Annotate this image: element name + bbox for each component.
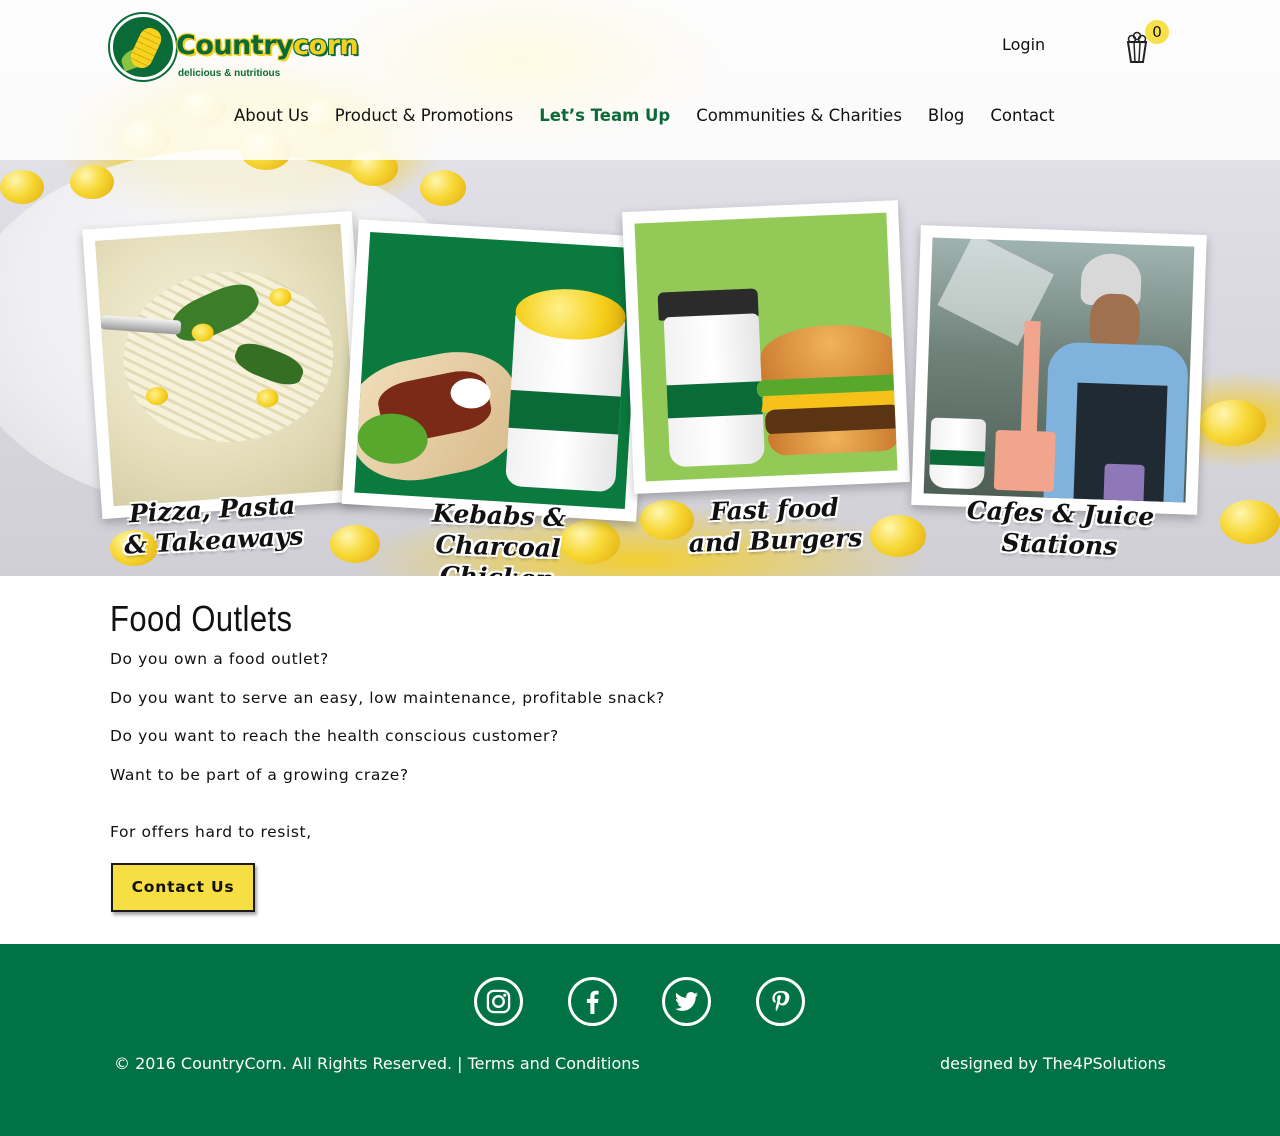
corn-cup — [663, 313, 766, 468]
logo-tagline: delicious & nutritious — [178, 68, 281, 79]
social-links — [474, 977, 805, 1026]
contact-us-button[interactable]: Contact Us — [111, 863, 255, 912]
card-kebabs[interactable] — [341, 219, 654, 522]
copyright-text: © 2016 CountryCorn. All Rights Reserved.… — [114, 1054, 463, 1073]
paragraph: For offers hard to resist, — [110, 823, 312, 841]
juice-glass — [1103, 463, 1145, 503]
nav-contact[interactable]: Contact — [990, 106, 1054, 125]
instagram-icon[interactable] — [474, 977, 523, 1026]
nav-blog[interactable]: Blog — [928, 106, 964, 125]
facebook-icon[interactable] — [568, 977, 617, 1026]
card-caption: Pizza, Pasta & Takeaways — [123, 490, 305, 560]
corn-cup — [928, 417, 987, 490]
card-cafes-juice[interactable] — [911, 225, 1207, 515]
paragraph: Do you want to reach the health consciou… — [110, 727, 559, 745]
main-nav: About Us Product & Promotions Let’s Team… — [234, 106, 1081, 125]
card-caption: Cafes & Juice Stations — [966, 495, 1155, 562]
burger-image — [634, 212, 898, 482]
card-caption: Fast food and Burgers — [688, 492, 863, 559]
site-header: Countrycorn delicious & nutritious Login… — [0, 0, 1280, 160]
corn-kernel — [330, 525, 380, 563]
juice-bar-image — [923, 237, 1195, 503]
card-fast-food[interactable] — [621, 200, 911, 494]
paragraph: Do you own a food outlet? — [110, 650, 329, 668]
cart-count-badge: 0 — [1145, 20, 1169, 44]
paragraph: Do you want to serve an easy, low mainte… — [110, 688, 665, 707]
corn-kernel — [870, 515, 926, 557]
nav-communities-charities[interactable]: Communities & Charities — [696, 106, 902, 125]
corn-kernel — [1220, 500, 1280, 544]
burger-bun-bottom — [767, 428, 898, 456]
twitter-icon[interactable] — [662, 977, 711, 1026]
corn-kernel — [1200, 400, 1266, 446]
corn-kernel — [0, 170, 44, 204]
card-caption: Kebabs &Charcoal Chicken — [431, 498, 567, 576]
countrycorn-logo[interactable]: Countrycorn delicious & nutritious — [110, 14, 360, 80]
pinterest-icon[interactable] — [756, 977, 805, 1026]
page-title: Food Outlets — [110, 598, 293, 639]
corn-kernel — [70, 165, 114, 199]
hero-banner: Pizza, Pasta & Takeaways Kebabs & Charcoal… — [0, 0, 1280, 576]
nav-lets-team-up[interactable]: Let’s Team Up — [539, 106, 670, 125]
corn-kernel — [420, 170, 466, 206]
pasta-image — [95, 223, 359, 507]
site-footer: © 2016 CountryCorn. All Rights Reserved.… — [0, 944, 1280, 1136]
terms-link[interactable]: Terms and Conditions — [468, 1054, 640, 1073]
login-link[interactable]: Login — [1002, 35, 1045, 54]
kebab-image — [354, 231, 641, 510]
designed-by[interactable]: designed by The4PSolutions — [940, 1054, 1166, 1073]
card-pizza-pasta[interactable] — [82, 210, 372, 520]
smoothie-glass — [993, 429, 1056, 492]
logo-wordmark: Countrycorn — [176, 30, 359, 61]
paragraph: Want to be part of a growing craze? — [110, 765, 409, 784]
nav-about-us[interactable]: About Us — [234, 106, 309, 125]
copyright: © 2016 CountryCorn. All Rights Reserved.… — [114, 1054, 640, 1073]
corn-logo-icon — [110, 14, 176, 80]
main-content: Food Outlets Do you own a food outlet? D… — [110, 598, 1010, 912]
nav-product-promotions[interactable]: Product & Promotions — [335, 106, 514, 125]
